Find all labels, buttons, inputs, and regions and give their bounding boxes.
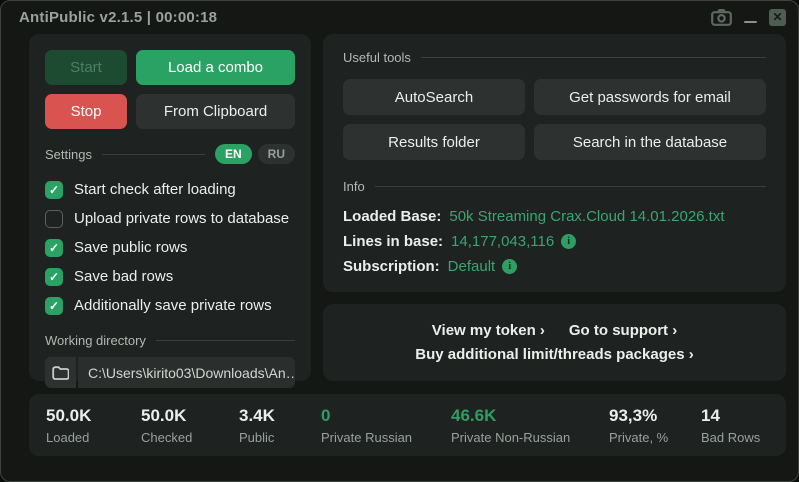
go-to-support-link[interactable]: Go to support › — [569, 322, 677, 339]
stat-public: 3.4K Public — [239, 406, 321, 445]
working-directory-section: Working directory C:\Users\kirito03\Down… — [45, 333, 295, 388]
stat-value: 3.4K — [239, 406, 321, 426]
checkbox-label: Save bad rows — [74, 268, 173, 285]
window-title: AntiPublic v2.1.5 | 00:00:18 — [19, 9, 217, 26]
stat-loaded: 50.0K Loaded — [46, 406, 141, 445]
info-row-label: Lines in base: — [343, 233, 443, 250]
stat-label: Private, % — [609, 430, 701, 445]
close-icon[interactable]: ✕ — [769, 9, 786, 26]
checkbox-label: Save public rows — [74, 239, 187, 256]
loaded-base-value: 50k Streaming Crax.Cloud 14.01.2026.txt — [449, 208, 724, 225]
start-button[interactable]: Start — [45, 50, 127, 85]
stat-label: Private Non-Russian — [451, 430, 609, 445]
info-tooltip-icon[interactable]: i — [502, 259, 517, 274]
working-directory-path[interactable]: C:\Users\kirito03\Downloads\An… — [78, 357, 295, 388]
checkbox-icon[interactable]: ✓ — [45, 268, 63, 286]
stats-bar: 50.0K Loaded 50.0K Checked 3.4K Public 0… — [29, 394, 786, 456]
tools-info-panel: Useful tools AutoSearch Get passwords fo… — [323, 34, 786, 292]
links-row-top: View my token › Go to support › — [432, 322, 677, 339]
working-directory-label: Working directory — [45, 333, 146, 348]
useful-tools-label: Useful tools — [343, 50, 411, 65]
links-panel: View my token › Go to support › Buy addi… — [323, 304, 786, 381]
settings-header: Settings EN RU — [45, 144, 295, 164]
lang-en-toggle[interactable]: EN — [215, 144, 252, 164]
lines-in-base-value: 14,177,043,116 — [451, 233, 554, 250]
checkbox-save-bad-rows[interactable]: ✓ Save bad rows — [45, 262, 295, 291]
stat-label: Checked — [141, 430, 239, 445]
results-folder-button[interactable]: Results folder — [343, 124, 525, 160]
checkbox-icon[interactable]: ✓ — [45, 181, 63, 199]
info-row-lines-in-base: Lines in base: 14,177,043,116 i — [343, 229, 766, 254]
checkbox-label: Additionally save private rows — [74, 297, 272, 314]
checkbox-save-public-rows[interactable]: ✓ Save public rows — [45, 233, 295, 262]
run-buttons: Start Load a combo Stop From Clipboard — [45, 50, 295, 129]
settings-label: Settings — [45, 147, 92, 162]
stat-value: 46.6K — [451, 406, 609, 426]
folder-icon — [52, 366, 69, 380]
info-row-label: Subscription: — [343, 258, 440, 275]
search-database-button[interactable]: Search in the database — [534, 124, 766, 160]
checkbox-label: Start check after loading — [74, 181, 236, 198]
settings-checkboxes: ✓ Start check after loading ✓ Upload pri… — [45, 175, 295, 320]
control-panel: Start Load a combo Stop From Clipboard S… — [29, 34, 311, 381]
info-rows: Loaded Base: 50k Streaming Crax.Cloud 14… — [343, 204, 766, 279]
stop-button[interactable]: Stop — [45, 94, 127, 129]
working-directory-header: Working directory — [45, 333, 295, 348]
info-divider — [375, 186, 766, 187]
stat-label: Public — [239, 430, 321, 445]
info-row-subscription: Subscription: Default i — [343, 254, 766, 279]
stat-private-percent: 93,3% Private, % — [609, 406, 701, 445]
checkbox-icon[interactable]: ✓ — [45, 239, 63, 257]
stat-value: 0 — [321, 406, 451, 426]
settings-divider — [102, 154, 205, 155]
subscription-value: Default — [448, 258, 496, 275]
stat-private-non-russian: 46.6K Private Non-Russian — [451, 406, 609, 445]
working-directory-divider — [156, 340, 295, 341]
lang-ru-toggle[interactable]: RU — [258, 144, 295, 164]
working-directory-input-group: C:\Users\kirito03\Downloads\An… — [45, 357, 295, 388]
title-bar: AntiPublic v2.1.5 | 00:00:18 ✕ — [1, 1, 798, 33]
stat-value: 50.0K — [141, 406, 239, 426]
stat-checked: 50.0K Checked — [141, 406, 239, 445]
checkbox-label: Upload private rows to database — [74, 210, 289, 227]
stat-bad-rows: 14 Bad Rows — [701, 406, 760, 445]
window-controls: ✕ — [711, 9, 786, 26]
info-row-label: Loaded Base: — [343, 208, 441, 225]
stat-value: 14 — [701, 406, 760, 426]
from-clipboard-button[interactable]: From Clipboard — [136, 94, 295, 129]
info-label: Info — [343, 179, 365, 194]
checkbox-additionally-save-private-rows[interactable]: ✓ Additionally save private rows — [45, 291, 295, 320]
checkbox-upload-private-rows[interactable]: ✓ Upload private rows to database — [45, 204, 295, 233]
autosearch-button[interactable]: AutoSearch — [343, 79, 525, 115]
buy-packages-link[interactable]: Buy additional limit/threads packages › — [415, 346, 693, 363]
stat-value: 93,3% — [609, 406, 701, 426]
stat-value: 50.0K — [46, 406, 141, 426]
checkbox-icon[interactable]: ✓ — [45, 210, 63, 228]
load-combo-button[interactable]: Load a combo — [136, 50, 295, 85]
checkbox-start-check-after-loading[interactable]: ✓ Start check after loading — [45, 175, 295, 204]
browse-folder-button[interactable] — [45, 357, 76, 388]
minimize-icon[interactable] — [744, 9, 757, 25]
info-row-loaded-base: Loaded Base: 50k Streaming Crax.Cloud 14… — [343, 204, 766, 229]
checkbox-icon[interactable]: ✓ — [45, 297, 63, 315]
useful-tools-buttons: AutoSearch Get passwords for email Resul… — [343, 79, 766, 160]
stat-label: Loaded — [46, 430, 141, 445]
info-header: Info — [343, 179, 766, 194]
stat-private-russian: 0 Private Russian — [321, 406, 451, 445]
app-window: AntiPublic v2.1.5 | 00:00:18 ✕ Start Loa… — [0, 0, 799, 482]
useful-tools-divider — [421, 57, 766, 58]
screenshot-camera-icon[interactable] — [711, 9, 732, 26]
links-row-bottom: Buy additional limit/threads packages › — [415, 346, 693, 363]
stat-label: Private Russian — [321, 430, 451, 445]
info-tooltip-icon[interactable]: i — [561, 234, 576, 249]
useful-tools-header: Useful tools — [343, 50, 766, 65]
stat-label: Bad Rows — [701, 430, 760, 445]
get-passwords-button[interactable]: Get passwords for email — [534, 79, 766, 115]
view-token-link[interactable]: View my token › — [432, 322, 545, 339]
